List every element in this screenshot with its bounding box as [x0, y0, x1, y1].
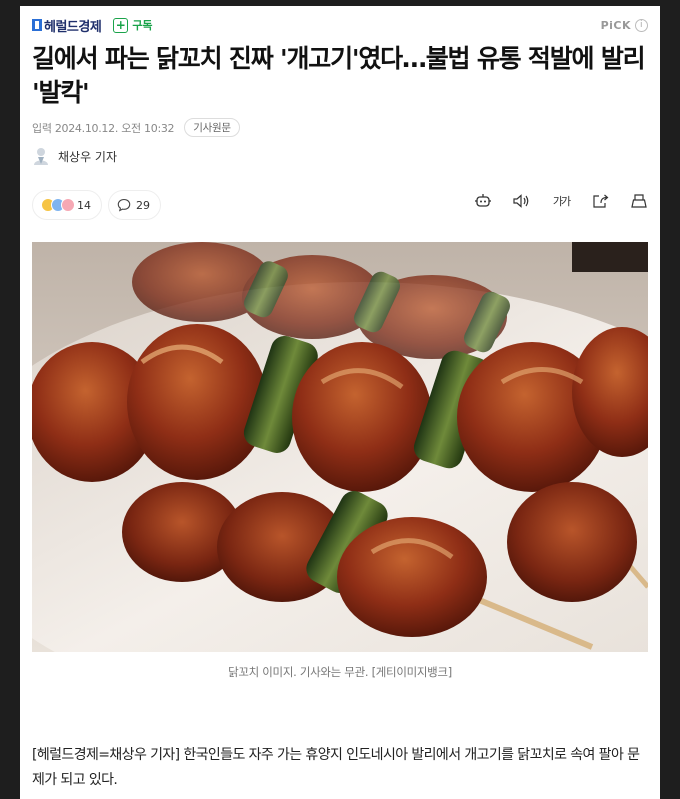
audio-robot-icon[interactable]	[474, 192, 492, 210]
font-size-button[interactable]: 가가	[550, 192, 572, 210]
subscribe-plus-icon: +	[113, 17, 129, 33]
subscribe-button[interactable]: + 구독	[113, 17, 153, 33]
top-bar: 헤럴드경제 + 구독 PiCK i	[32, 14, 648, 36]
press-logo-text: 헤럴드경제	[44, 19, 102, 35]
article-photo	[32, 242, 648, 652]
print-icon[interactable]	[630, 192, 648, 210]
share-icon[interactable]	[592, 192, 610, 210]
pick-label: PiCK	[600, 18, 631, 32]
comment-icon	[117, 198, 131, 212]
press-logo-icon	[32, 19, 42, 31]
subscribe-label: 구독	[132, 19, 153, 32]
reaction-button[interactable]: 14	[32, 190, 102, 220]
info-icon[interactable]: i	[635, 18, 648, 32]
article-headline: 길에서 파는 닭꼬치 진짜 '개고기'였다…불법 유통 적발에 발리 '발칵'	[32, 44, 646, 107]
original-article-button[interactable]: 기사원문	[184, 118, 240, 137]
photo-caption: 닭꼬치 이미지. 기사와는 무관. [게티이미지뱅크]	[228, 665, 452, 679]
pick-badge[interactable]: PiCK i	[600, 18, 648, 32]
reaction-count: 14	[77, 198, 91, 212]
reporter-byline[interactable]: 채상우 기자	[32, 146, 117, 166]
article-page: 헤럴드경제 + 구독 PiCK i 길에서 파는 닭꼬치 진짜 '개고기'였다……	[20, 6, 660, 799]
published-date: 입력 2024.10.12. 오전 10:32	[32, 121, 175, 135]
skewer-photo-image	[32, 242, 648, 652]
reaction-emoji-icon	[41, 198, 75, 212]
reporter-avatar-icon	[32, 146, 50, 166]
press-logo[interactable]: 헤럴드경제	[32, 16, 102, 35]
article-tools: 가가	[474, 192, 648, 210]
article-meta: 입력 2024.10.12. 오전 10:32 기사원문	[32, 118, 240, 137]
speaker-icon[interactable]	[512, 192, 530, 210]
reporter-name: 채상우 기자	[58, 149, 118, 164]
reaction-bar: 14 29	[32, 190, 161, 220]
article-lead-paragraph: [헤럴드경제=채상우 기자] 한국인들도 자주 가는 휴양지 인도네시아 발리에…	[32, 747, 640, 788]
comment-count: 29	[136, 198, 150, 212]
comment-button[interactable]: 29	[108, 190, 161, 220]
